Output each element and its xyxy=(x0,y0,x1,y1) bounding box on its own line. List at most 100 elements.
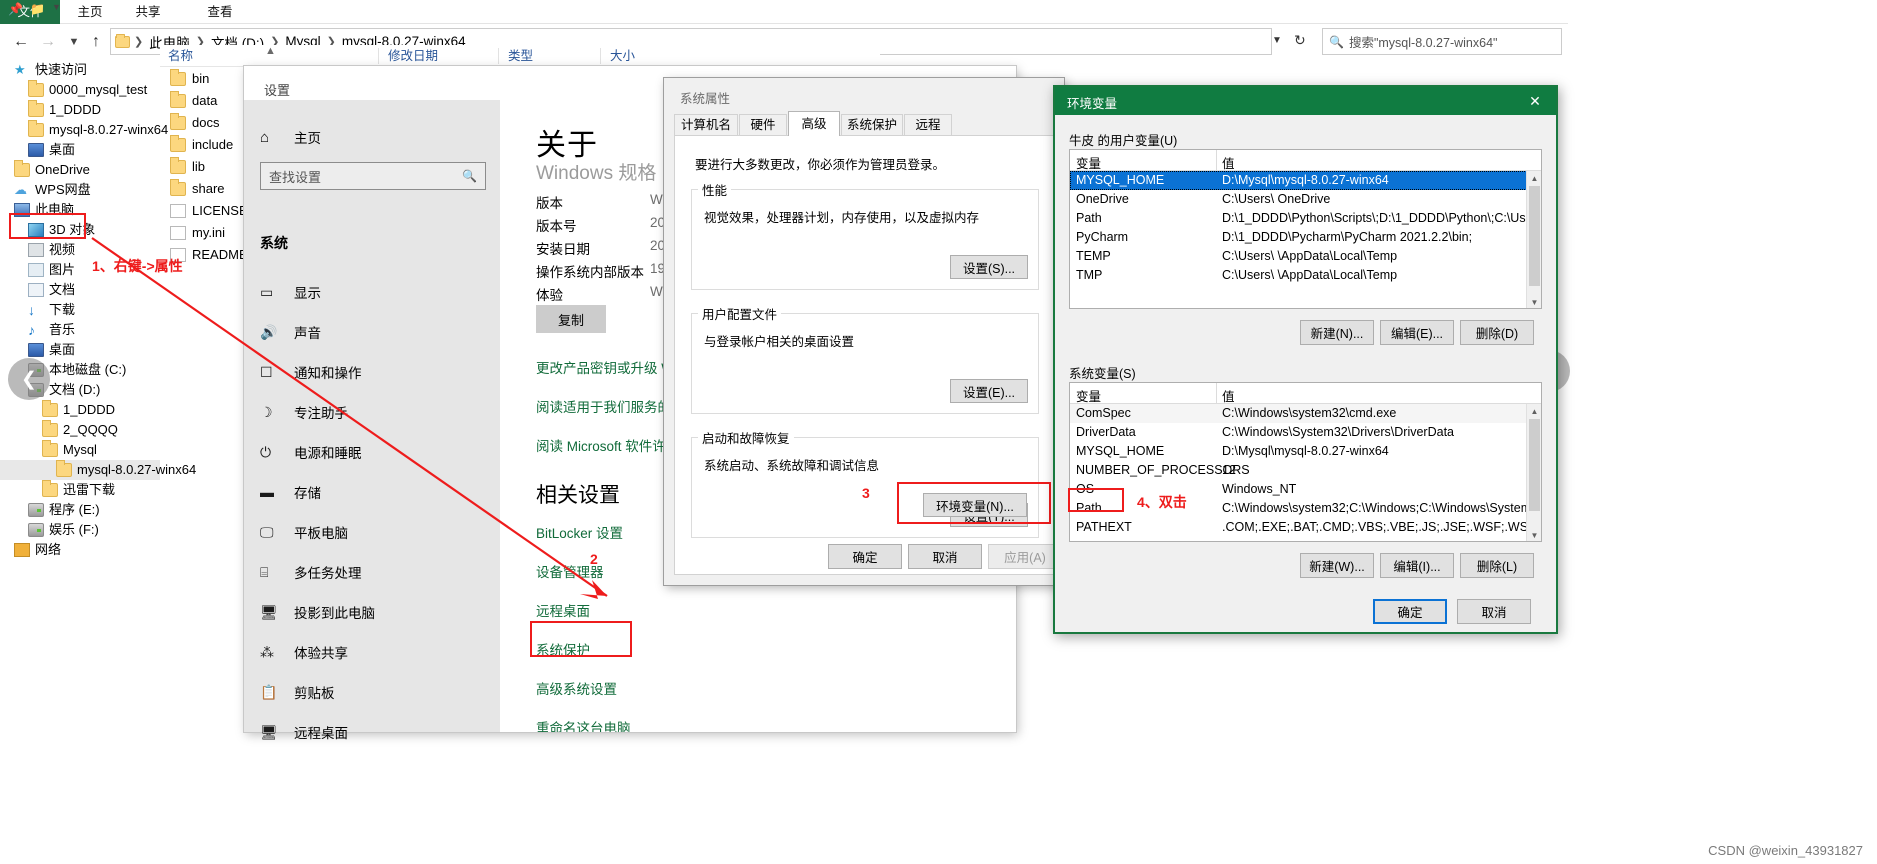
nav-item-21[interactable]: 迅雷下载 xyxy=(0,480,160,500)
recent-locations-button[interactable]: ▼ xyxy=(63,31,85,53)
header-variable[interactable]: 变量 xyxy=(1076,153,1101,172)
forward-button[interactable]: → xyxy=(37,31,59,53)
sysprops-apply-button[interactable]: 应用(A) xyxy=(988,544,1062,569)
link-bitlocker[interactable]: BitLocker 设置 xyxy=(536,522,623,542)
header-divider[interactable] xyxy=(1216,150,1217,171)
scroll-down-icon[interactable]: ▼ xyxy=(1527,528,1541,541)
nav-item-5[interactable]: OneDrive xyxy=(0,160,160,180)
link-advanced-system-settings[interactable]: 高级系统设置 xyxy=(536,678,617,698)
tab-hardware[interactable]: 硬件 xyxy=(739,114,787,136)
scrollbar-thumb[interactable] xyxy=(1529,419,1540,511)
nav-item-6[interactable]: ☁ WPS网盘 xyxy=(0,180,160,200)
user-variable-row[interactable]: TEMP C:\Users\ \AppData\Local\Temp xyxy=(1070,247,1541,266)
sysprops-ok-button[interactable]: 确定 xyxy=(828,544,902,569)
copy-button[interactable]: 复制 xyxy=(536,305,606,333)
nav-item-12[interactable]: ↓ 下载 xyxy=(0,300,160,320)
scroll-down-icon[interactable]: ▼ xyxy=(1527,295,1541,308)
system-new-button[interactable]: 新建(W)... xyxy=(1300,553,1374,578)
environment-variables-button[interactable]: 环境变量(N)... xyxy=(923,493,1027,517)
nav-item-11[interactable]: 文档 xyxy=(0,280,160,300)
tab-remote[interactable]: 远程 xyxy=(904,114,952,136)
ribbon-tab-view[interactable]: 查看 xyxy=(196,0,244,24)
nav-item-13[interactable]: ♪ 音乐 xyxy=(0,320,160,340)
settings-menu-item-8[interactable]: 🖥 投影到此电脑 xyxy=(244,592,500,632)
system-variable-row[interactable]: NUMBER_OF_PROCESSORS 12 xyxy=(1070,461,1541,480)
column-divider[interactable] xyxy=(378,48,379,64)
settings-menu-item-1[interactable]: 🔊 声音 xyxy=(244,312,500,352)
system-variable-row[interactable]: DriverData C:\Windows\System32\Drivers\Dr… xyxy=(1070,423,1541,442)
settings-menu-item-5[interactable]: ▬ 存储 xyxy=(244,472,500,512)
user-delete-button[interactable]: 删除(D) xyxy=(1460,320,1534,345)
performance-settings-button[interactable]: 设置(S)... xyxy=(950,255,1028,279)
user-table-scrollbar[interactable]: ▲ ▼ xyxy=(1526,171,1541,308)
close-icon[interactable]: ✕ xyxy=(1522,90,1548,112)
user-edit-button[interactable]: 编辑(E)... xyxy=(1380,320,1454,345)
nav-item-19[interactable]: Mysql xyxy=(0,440,160,460)
settings-menu-item-2[interactable]: ☐ 通知和操作 xyxy=(244,352,500,392)
nav-item-2[interactable]: 1_DDDD xyxy=(0,100,160,120)
user-variable-row[interactable]: PyCharm D:\1_DDDD\Pycharm\PyCharm 2021.2.… xyxy=(1070,228,1541,247)
quick-access-dropdown-icon[interactable]: ▼ xyxy=(52,2,61,12)
scrollbar-thumb[interactable] xyxy=(1529,186,1540,286)
nav-item-17[interactable]: 1_DDDD xyxy=(0,400,160,420)
quick-access-folder-icon[interactable]: 📁 xyxy=(30,2,45,16)
nav-item-24[interactable]: 网络 xyxy=(0,540,160,560)
settings-search-input[interactable]: 查找设置 🔍 xyxy=(260,162,486,190)
search-input[interactable]: 🔍 搜索"mysql-8.0.27-winx64" xyxy=(1322,28,1562,55)
tab-advanced[interactable]: 高级 xyxy=(788,111,840,136)
settings-menu-item-3[interactable]: ☽ 专注助手 xyxy=(244,392,500,432)
header-divider[interactable] xyxy=(1216,383,1217,404)
header-variable[interactable]: 变量 xyxy=(1076,386,1101,405)
user-variable-row[interactable]: TMP C:\Users\ \AppData\Local\Temp xyxy=(1070,266,1541,285)
system-table-scrollbar[interactable]: ▲ ▼ xyxy=(1526,404,1541,541)
system-delete-button[interactable]: 删除(L) xyxy=(1460,553,1534,578)
column-divider[interactable] xyxy=(600,48,601,64)
column-header-size[interactable]: 大小 xyxy=(610,45,635,67)
header-value[interactable]: 值 xyxy=(1222,386,1235,405)
link-remote-desktop[interactable]: 远程桌面 xyxy=(536,600,590,620)
column-divider[interactable] xyxy=(498,48,499,64)
user-new-button[interactable]: 新建(N)... xyxy=(1300,320,1374,345)
column-header-date[interactable]: 修改日期 xyxy=(388,45,438,67)
settings-menu-item-7[interactable]: ⌸ 多任务处理 xyxy=(244,552,500,592)
column-header-type[interactable]: 类型 xyxy=(508,45,533,67)
nav-item-3[interactable]: mysql-8.0.27-winx64 xyxy=(0,120,168,140)
system-variable-row[interactable]: ComSpec C:\Windows\system32\cmd.exe xyxy=(1070,404,1541,423)
settings-menu-item-9[interactable]: ⁂ 体验共享 xyxy=(244,632,500,672)
link-rename-pc[interactable]: 重命名这台电脑 xyxy=(536,717,631,732)
user-variable-row[interactable]: Path D:\1_DDDD\Python\Scripts\;D:\1_DDDD\… xyxy=(1070,209,1541,228)
nav-item-14[interactable]: 桌面 xyxy=(0,340,160,360)
nav-item-0[interactable]: ★ 快速访问 xyxy=(0,60,160,80)
nav-item-23[interactable]: 娱乐 (F:) xyxy=(0,520,160,540)
env-cancel-button[interactable]: 取消 xyxy=(1457,599,1531,624)
user-profiles-settings-button[interactable]: 设置(E)... xyxy=(950,379,1028,403)
nav-item-22[interactable]: 程序 (E:) xyxy=(0,500,160,520)
env-ok-button[interactable]: 确定 xyxy=(1373,599,1447,624)
nav-item-18[interactable]: 2_QQQQ xyxy=(0,420,160,440)
column-header-name[interactable]: 名称 xyxy=(168,45,193,67)
system-variables-table[interactable]: 变量 值 ComSpec C:\Windows\system32\cmd.exe D… xyxy=(1069,382,1542,542)
nav-item-4[interactable]: 桌面 xyxy=(0,140,160,160)
user-variables-table[interactable]: 变量 值 MYSQL_HOME D:\Mysql\mysql-8.0.27-win… xyxy=(1069,149,1542,309)
settings-menu-item-6[interactable]: 🖵 平板电脑 xyxy=(244,512,500,552)
settings-menu-item-4[interactable]: ⏻ 电源和睡眠 xyxy=(244,432,500,472)
back-button[interactable]: ← xyxy=(10,31,32,53)
refresh-icon[interactable]: ↻ xyxy=(1294,32,1306,49)
tab-computer-name[interactable]: 计算机名 xyxy=(674,114,738,136)
sysprops-cancel-button[interactable]: 取消 xyxy=(908,544,982,569)
quick-access-pin-icon[interactable]: 📌 xyxy=(8,2,23,16)
nav-item-20[interactable]: mysql-8.0.27-winx64 xyxy=(0,460,196,480)
ribbon-tab-home[interactable]: 主页 xyxy=(66,0,114,24)
scroll-up-icon[interactable]: ▲ xyxy=(1527,171,1541,186)
up-button[interactable]: ↑ xyxy=(85,31,107,53)
settings-home-item[interactable]: ⌂ 主页 xyxy=(260,122,321,152)
ribbon-tab-share[interactable]: 共享 xyxy=(124,0,172,24)
system-variable-row[interactable]: MYSQL_HOME D:\Mysql\mysql-8.0.27-winx64 xyxy=(1070,442,1541,461)
settings-menu-item-0[interactable]: ▭ 显示 xyxy=(244,272,500,312)
user-variable-row[interactable]: MYSQL_HOME D:\Mysql\mysql-8.0.27-winx64 xyxy=(1070,171,1541,190)
system-variable-row[interactable]: PATHEXT .COM;.EXE;.BAT;.CMD;.VBS;.VBE;.JS… xyxy=(1070,518,1541,537)
header-value[interactable]: 值 xyxy=(1222,153,1235,172)
scroll-left-overlay-icon[interactable]: ❮ xyxy=(8,358,50,400)
settings-menu-item-11[interactable]: 🖥 远程桌面 xyxy=(244,712,500,752)
system-edit-button[interactable]: 编辑(I)... xyxy=(1380,553,1454,578)
